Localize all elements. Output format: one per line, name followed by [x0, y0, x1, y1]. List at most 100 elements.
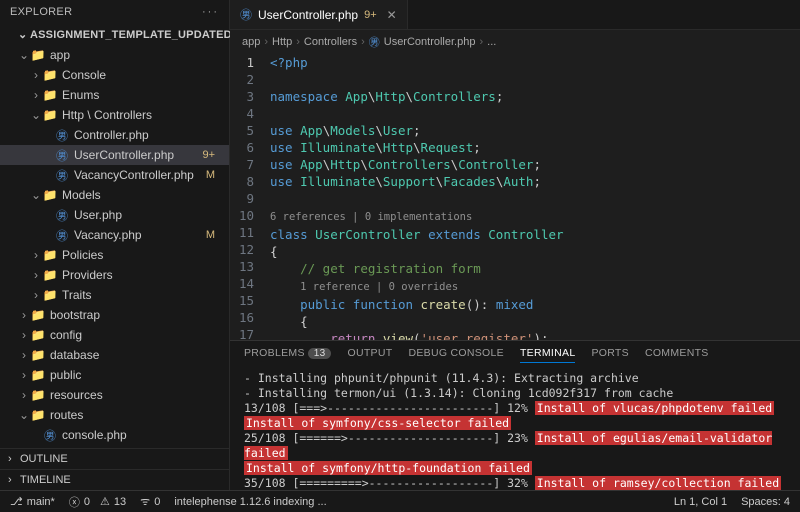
item-label: UserController.php: [74, 148, 174, 162]
folder-item[interactable]: ›📁Traits: [0, 285, 229, 305]
panel-tab-terminal[interactable]: TERMINAL: [520, 347, 576, 363]
php-icon: ㊚: [54, 127, 70, 144]
folder-icon: 📁: [42, 108, 58, 122]
folder-item[interactable]: ›📁Console: [0, 65, 229, 85]
folder-blue-icon: 📁: [30, 368, 46, 382]
timeline-section[interactable]: › TIMELINE: [0, 469, 229, 490]
problems-status[interactable]: ⓧ 0 ⚠ 13: [69, 494, 126, 510]
item-badge: 9+: [202, 149, 215, 161]
file-tree: ⌄📁app›📁Console›📁Enums⌄📁Http \ Controller…: [0, 45, 229, 448]
breadcrumb-item[interactable]: UserController.php: [384, 36, 476, 48]
file-item[interactable]: ㊚ Controller.php: [0, 125, 229, 145]
item-badge: M: [206, 169, 215, 181]
folder-green-icon: 📁: [30, 328, 46, 342]
folder-red-icon: 📁: [30, 48, 46, 62]
file-item[interactable]: ㊚ console.php: [0, 425, 229, 445]
folder-red-icon: 📁: [42, 188, 58, 202]
breadcrumb-item[interactable]: Controllers: [304, 36, 357, 48]
tab-usercontroller[interactable]: ㊚ UserController.php 9+ ✕: [230, 0, 408, 29]
item-label: bootstrap: [50, 308, 100, 322]
panel-tab-comments[interactable]: COMMENTS: [645, 347, 709, 363]
cursor-position[interactable]: Ln 1, Col 1: [674, 496, 727, 508]
php-icon: ㊚: [54, 207, 70, 224]
folder-icon: 📁: [42, 288, 58, 302]
item-label: Http \ Controllers: [62, 108, 152, 122]
editor-area: ㊚ UserController.php 9+ ✕ app›Http›Contr…: [230, 0, 800, 490]
explorer-sidebar: EXPLORER ··· ⌄ ASSIGNMENT_TEMPLATE_UPDAT…: [0, 0, 230, 490]
item-label: resources: [50, 388, 103, 402]
chevron-right-icon: ›: [8, 474, 16, 486]
item-label: Policies: [62, 248, 103, 262]
item-label: console.php: [62, 428, 127, 442]
code-editor[interactable]: 1234567891011121314151617 <?php namespac…: [230, 54, 800, 340]
workspace-section[interactable]: ⌄ ASSIGNMENT_TEMPLATE_UPDATED: [0, 24, 229, 45]
folder-icon: 📁: [30, 348, 46, 362]
item-label: Enums: [62, 88, 99, 102]
ports-status[interactable]: ᯤ 0: [140, 494, 160, 509]
file-item[interactable]: ㊚VacancyController.phpM: [0, 165, 229, 185]
folder-item[interactable]: ›📁config: [0, 325, 229, 345]
file-item[interactable]: ㊚ UserController.php 9+: [0, 145, 229, 165]
file-item[interactable]: ㊚ User.php: [0, 205, 229, 225]
item-label: Console: [62, 68, 106, 82]
item-label: app: [50, 48, 70, 62]
line-gutter: 1234567891011121314151617: [230, 54, 264, 340]
php-icon: ㊚: [42, 427, 58, 444]
explorer-header: EXPLORER ···: [0, 0, 229, 24]
folder-item[interactable]: ⌄📁app: [0, 45, 229, 65]
panel-tab-debug-console[interactable]: DEBUG CONSOLE: [408, 347, 504, 363]
folder-icon: 📁: [30, 308, 46, 322]
folder-item[interactable]: ›📁Policies: [0, 245, 229, 265]
breadcrumb-item[interactable]: Http: [272, 36, 292, 48]
breadcrumb[interactable]: app›Http›Controllers›㊚ UserController.ph…: [230, 30, 800, 54]
item-label: Models: [62, 188, 101, 202]
folder-icon: 📁: [42, 248, 58, 262]
code-content[interactable]: <?php namespace App\Http\Controllers; us…: [264, 54, 800, 340]
outline-section[interactable]: › OUTLINE: [0, 448, 229, 469]
item-label: VacancyController.php: [74, 168, 194, 182]
folder-item[interactable]: ⌄📁Models: [0, 185, 229, 205]
chevron-right-icon: ›: [8, 453, 16, 465]
panel-tab-ports[interactable]: PORTS: [591, 347, 628, 363]
panel-tab-problems[interactable]: PROBLEMS13: [244, 347, 331, 363]
folder-green-icon: 📁: [30, 408, 46, 422]
folder-icon: 📁: [42, 268, 58, 282]
item-label: config: [50, 328, 82, 342]
panel-tab-output[interactable]: OUTPUT: [347, 347, 392, 363]
php-icon: ㊚: [54, 147, 70, 164]
breadcrumb-item[interactable]: ...: [487, 36, 496, 48]
item-label: User.php: [74, 208, 122, 222]
folder-item[interactable]: ›📁Enums: [0, 85, 229, 105]
php-icon: ㊚: [54, 227, 70, 244]
tab-badge: 9+: [364, 9, 377, 21]
tab-bar: ㊚ UserController.php 9+ ✕: [230, 0, 800, 30]
more-icon[interactable]: ···: [202, 6, 219, 18]
breadcrumb-item[interactable]: app: [242, 36, 260, 48]
item-label: database: [50, 348, 99, 362]
folder-green-icon: 📁: [30, 388, 46, 402]
file-item[interactable]: ㊚Vacancy.phpM: [0, 225, 229, 245]
folder-icon: 📁: [42, 88, 58, 102]
git-branch[interactable]: ⎇ main*: [10, 495, 55, 508]
item-label: public: [50, 368, 81, 382]
folder-item[interactable]: ⌄📁Http \ Controllers: [0, 105, 229, 125]
item-label: Controller.php: [74, 128, 149, 142]
folder-item[interactable]: ›📁Providers: [0, 265, 229, 285]
folder-item[interactable]: ›📁database: [0, 345, 229, 365]
panel-tabs: PROBLEMS13 OUTPUT DEBUG CONSOLE TERMINAL POR…: [230, 341, 800, 369]
workspace-name: ASSIGNMENT_TEMPLATE_UPDATED: [30, 29, 232, 41]
ext-status: intelephense 1.12.6 indexing ...: [174, 496, 326, 508]
terminal-output[interactable]: - Installing phpunit/phpunit (11.4.3): E…: [230, 369, 800, 490]
item-label: Traits: [62, 288, 92, 302]
indentation-status[interactable]: Spaces: 4: [741, 496, 790, 508]
folder-item[interactable]: ›📁resources: [0, 385, 229, 405]
item-badge: M: [206, 229, 215, 241]
folder-item[interactable]: ›📁bootstrap: [0, 305, 229, 325]
close-icon[interactable]: ✕: [387, 8, 397, 22]
folder-item[interactable]: ⌄📁routes: [0, 405, 229, 425]
php-icon: ㊚: [240, 6, 252, 23]
folder-green-icon: 📁: [42, 68, 58, 82]
bottom-panel: PROBLEMS13 OUTPUT DEBUG CONSOLE TERMINAL POR…: [230, 340, 800, 490]
folder-item[interactable]: ›📁public: [0, 365, 229, 385]
tab-label: UserController.php: [258, 8, 358, 22]
